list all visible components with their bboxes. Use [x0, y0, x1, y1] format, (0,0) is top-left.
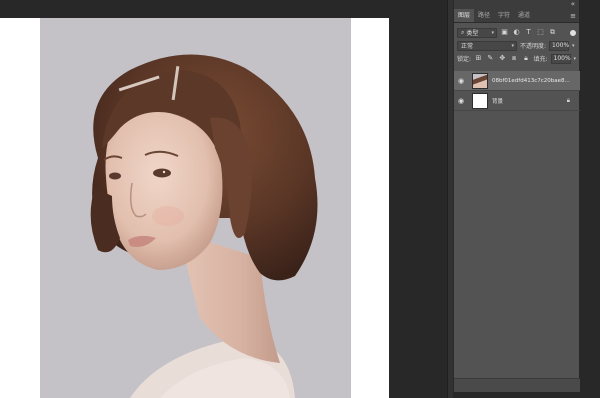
- portrait-illustration: [90, 54, 318, 398]
- type-filter-icon[interactable]: T: [524, 28, 533, 37]
- lock-artboard-icon[interactable]: ⧈: [510, 54, 519, 63]
- search-icon: ⌕: [461, 28, 465, 36]
- layer-filter-row: ⌕ 类型 ▾ ▣ ◐ T ⬚ ⧉: [454, 26, 579, 39]
- shape-filter-icon[interactable]: ⬚: [536, 28, 545, 37]
- layer-thumbnail: [472, 92, 488, 109]
- lock-transparent-icon[interactable]: ⊞: [474, 54, 483, 63]
- lock-position-icon[interactable]: ✥: [498, 54, 507, 63]
- layer-thumbnail: [472, 72, 488, 89]
- filter-kind-select[interactable]: ⌕ 类型 ▾: [457, 27, 497, 38]
- tab-character[interactable]: 字符: [494, 9, 514, 22]
- fill-field[interactable]: 100%: [550, 53, 571, 64]
- layer-name[interactable]: 背景: [492, 97, 578, 105]
- opacity-field[interactable]: 100%: [549, 40, 569, 51]
- filter-toggle[interactable]: [570, 29, 576, 36]
- layers-panel: « 图层 路径 字符 通道 ≡ ⌕ 类型 ▾ ▣ ◐ T ⬚ ⧉ 正常 ▾ 不透…: [453, 0, 580, 392]
- canvas-workspace[interactable]: [0, 0, 447, 398]
- panel-header: «: [454, 0, 579, 9]
- tab-layers[interactable]: 图层: [454, 9, 475, 22]
- filter-kind-label: 类型: [466, 30, 479, 37]
- blend-opacity-row: 正常 ▾ 不透明度: 100% ▾: [454, 39, 579, 52]
- lock-label: 锁定:: [457, 56, 472, 63]
- chevron-down-icon: ▾: [511, 42, 514, 49]
- layer-list: ◉ 08bf01edfd413c7c20bae8... ◉ 背景 🔒︎: [454, 71, 580, 111]
- lock-pixels-icon[interactable]: ✎: [486, 54, 495, 63]
- portrait-artwork: [40, 18, 351, 398]
- lock-all-icon[interactable]: 🔒︎: [522, 54, 531, 63]
- smart-object-filter-icon[interactable]: ⧉: [548, 28, 557, 37]
- panel-menu-icon[interactable]: ≡: [570, 12, 576, 20]
- panel-footer: [454, 378, 580, 392]
- tab-paths[interactable]: 路径: [474, 9, 494, 22]
- lock-icon: 🔒︎: [566, 96, 570, 104]
- fill-dropdown-icon[interactable]: ▾: [574, 56, 577, 62]
- adjustment-filter-icon[interactable]: ◐: [512, 28, 521, 37]
- eye-icon[interactable]: ◉: [454, 77, 468, 85]
- layer-row[interactable]: ◉ 背景 🔒︎: [454, 91, 580, 111]
- panel-tabs: 图层 路径 字符 通道 ≡: [454, 9, 579, 23]
- eye-icon[interactable]: ◉: [454, 97, 468, 105]
- opacity-dropdown-icon[interactable]: ▾: [572, 43, 575, 49]
- layer-name[interactable]: 08bf01edfd413c7c20bae8...: [492, 78, 578, 84]
- collapse-icon[interactable]: «: [571, 0, 575, 9]
- pixel-filter-icon[interactable]: ▣: [500, 28, 509, 37]
- fill-label: 填充:: [533, 56, 548, 63]
- tab-channels[interactable]: 通道: [514, 9, 534, 22]
- layer-row[interactable]: ◉ 08bf01edfd413c7c20bae8...: [454, 71, 580, 91]
- lock-fill-row: 锁定: ⊞ ✎ ✥ ⧈ 🔒︎ 填充: 100% ▾: [454, 52, 579, 65]
- blend-mode-label: 正常: [461, 43, 474, 50]
- blend-mode-select[interactable]: 正常 ▾: [457, 40, 517, 51]
- chevron-down-icon: ▾: [491, 29, 494, 36]
- opacity-label: 不透明度:: [520, 43, 547, 50]
- document-canvas[interactable]: [0, 18, 389, 398]
